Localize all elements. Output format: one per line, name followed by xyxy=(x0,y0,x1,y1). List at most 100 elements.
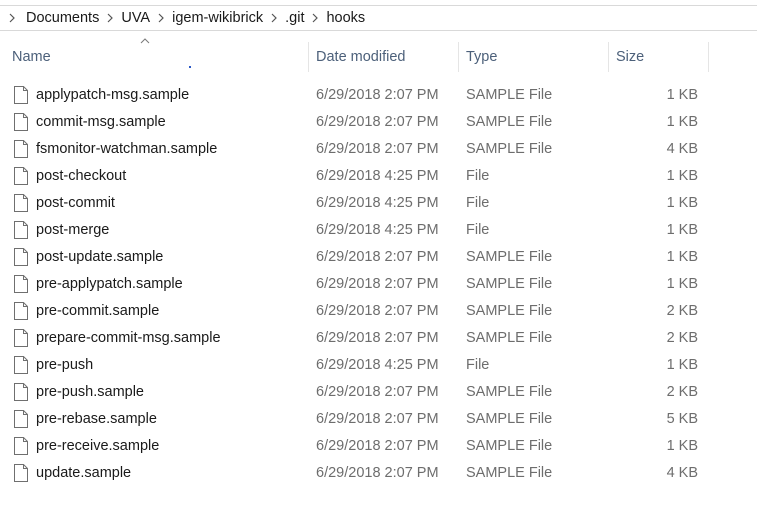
file-icon xyxy=(14,383,28,401)
file-date-modified: 6/29/2018 2:07 PM xyxy=(316,276,439,292)
file-date-modified: 6/29/2018 2:07 PM xyxy=(316,384,439,400)
file-list: applypatch-msg.sample 6/29/2018 2:07 PM SA… xyxy=(0,82,757,487)
file-row[interactable]: commit-msg.sample 6/29/2018 2:07 PM SAMPLE… xyxy=(0,109,757,136)
file-type: SAMPLE File xyxy=(466,249,553,265)
file-icon xyxy=(14,86,28,104)
file-size: 1 KB xyxy=(666,249,698,265)
file-icon xyxy=(14,329,28,347)
file-date-modified: 6/29/2018 2:07 PM xyxy=(316,465,439,481)
file-type: SAMPLE File xyxy=(466,411,553,427)
file-type: SAMPLE File xyxy=(466,465,553,481)
file-size: 1 KB xyxy=(666,276,698,292)
chevron-right-icon[interactable] xyxy=(0,13,24,23)
file-date-modified: 6/29/2018 4:25 PM xyxy=(316,357,439,373)
file-date-modified: 6/29/2018 2:07 PM xyxy=(316,141,439,157)
file-name: applypatch-msg.sample xyxy=(36,87,190,103)
file-row[interactable]: post-update.sample 6/29/2018 2:07 PM SAMPL… xyxy=(0,244,757,271)
file-type: SAMPLE File xyxy=(466,141,553,157)
file-type: SAMPLE File xyxy=(466,276,553,292)
file-icon xyxy=(14,356,28,374)
file-date-modified: 6/29/2018 4:25 PM xyxy=(316,168,439,184)
file-size: 1 KB xyxy=(666,438,698,454)
file-row[interactable]: post-merge 6/29/2018 4:25 PM File 1 KB xyxy=(0,217,757,244)
file-row[interactable]: update.sample 6/29/2018 2:07 PM SAMPLE Fil… xyxy=(0,460,757,487)
file-date-modified: 6/29/2018 2:07 PM xyxy=(316,87,439,103)
file-date-modified: 6/29/2018 4:25 PM xyxy=(316,195,439,211)
address-bar[interactable]: Documents UVA igem-wikibrick .git hooks xyxy=(0,5,757,31)
file-row[interactable]: pre-push 6/29/2018 4:25 PM File 1 KB xyxy=(0,352,757,379)
file-type: File xyxy=(466,357,490,373)
file-size: 1 KB xyxy=(666,87,698,103)
file-size: 2 KB xyxy=(666,330,698,346)
file-date-modified: 6/29/2018 2:07 PM xyxy=(316,249,439,265)
column-type[interactable]: Type xyxy=(458,42,608,72)
file-size: 4 KB xyxy=(666,465,698,481)
chevron-right-icon[interactable] xyxy=(101,13,119,23)
file-name: post-commit xyxy=(36,195,115,211)
file-name: prepare-commit-msg.sample xyxy=(36,330,221,346)
file-row[interactable]: pre-rebase.sample 6/29/2018 2:07 PM SAMPLE… xyxy=(0,406,757,433)
file-icon xyxy=(14,167,28,185)
file-size: 2 KB xyxy=(666,384,698,400)
file-size: 1 KB xyxy=(666,222,698,238)
file-name: pre-commit.sample xyxy=(36,303,160,319)
file-type: SAMPLE File xyxy=(466,303,553,319)
file-date-modified: 6/29/2018 2:07 PM xyxy=(316,330,439,346)
file-row[interactable]: applypatch-msg.sample 6/29/2018 2:07 PM SA… xyxy=(0,82,757,109)
file-icon xyxy=(14,140,28,158)
breadcrumb-documents[interactable]: Documents xyxy=(24,10,101,26)
file-name: post-checkout xyxy=(36,168,127,184)
file-type: SAMPLE File xyxy=(466,330,553,346)
breadcrumb-hooks[interactable]: hooks xyxy=(324,10,367,26)
file-row[interactable]: pre-applypatch.sample 6/29/2018 2:07 PM SA… xyxy=(0,271,757,298)
file-name: pre-push xyxy=(36,357,94,373)
file-size: 1 KB xyxy=(666,357,698,373)
chevron-right-icon[interactable] xyxy=(265,13,283,23)
file-type: File xyxy=(466,222,490,238)
file-type: SAMPLE File xyxy=(466,384,553,400)
file-name: pre-rebase.sample xyxy=(36,411,157,427)
file-icon xyxy=(14,464,28,482)
chevron-right-icon[interactable] xyxy=(306,13,324,23)
file-name: fsmonitor-watchman.sample xyxy=(36,141,218,157)
file-icon xyxy=(14,437,28,455)
chevron-right-icon[interactable] xyxy=(152,13,170,23)
file-row[interactable]: post-checkout 6/29/2018 4:25 PM File 1 KB xyxy=(0,163,757,190)
column-divider[interactable] xyxy=(708,42,709,72)
file-name: pre-push.sample xyxy=(36,384,144,400)
file-row[interactable]: prepare-commit-msg.sample 6/29/2018 2:07 … xyxy=(0,325,757,352)
file-row[interactable]: fsmonitor-watchman.sample 6/29/2018 2:07 … xyxy=(0,136,757,163)
file-name: commit-msg.sample xyxy=(36,114,166,130)
file-date-modified: 6/29/2018 2:07 PM xyxy=(316,303,439,319)
file-icon xyxy=(14,410,28,428)
breadcrumb-igem-wikibrick[interactable]: igem-wikibrick xyxy=(170,10,265,26)
column-name[interactable]: Name xyxy=(0,42,308,72)
breadcrumb-git[interactable]: .git xyxy=(283,10,306,26)
file-name: pre-receive.sample xyxy=(36,438,160,454)
file-name: post-update.sample xyxy=(36,249,164,265)
file-row[interactable]: post-commit 6/29/2018 4:25 PM File 1 KB xyxy=(0,190,757,217)
column-date-modified[interactable]: Date modified xyxy=(308,42,458,72)
file-size: 5 KB xyxy=(666,411,698,427)
file-type: File xyxy=(466,195,490,211)
file-row[interactable]: pre-push.sample 6/29/2018 2:07 PM SAMPLE F… xyxy=(0,379,757,406)
column-size[interactable]: Size xyxy=(608,42,708,72)
file-row[interactable]: pre-commit.sample 6/29/2018 2:07 PM SAMPLE… xyxy=(0,298,757,325)
file-name: update.sample xyxy=(36,465,132,481)
file-type: SAMPLE File xyxy=(466,87,553,103)
file-icon xyxy=(14,248,28,266)
file-size: 1 KB xyxy=(666,168,698,184)
file-date-modified: 6/29/2018 2:07 PM xyxy=(316,411,439,427)
file-date-modified: 6/29/2018 4:25 PM xyxy=(316,222,439,238)
file-type: File xyxy=(466,168,490,184)
file-row[interactable]: pre-receive.sample 6/29/2018 2:07 PM SAMPL… xyxy=(0,433,757,460)
file-name: pre-applypatch.sample xyxy=(36,276,183,292)
file-size: 1 KB xyxy=(666,195,698,211)
file-date-modified: 6/29/2018 2:07 PM xyxy=(316,438,439,454)
file-type: SAMPLE File xyxy=(466,438,553,454)
file-icon xyxy=(14,113,28,131)
file-size: 2 KB xyxy=(666,303,698,319)
file-icon xyxy=(14,221,28,239)
file-type: SAMPLE File xyxy=(466,114,553,130)
breadcrumb-uva[interactable]: UVA xyxy=(119,10,152,26)
